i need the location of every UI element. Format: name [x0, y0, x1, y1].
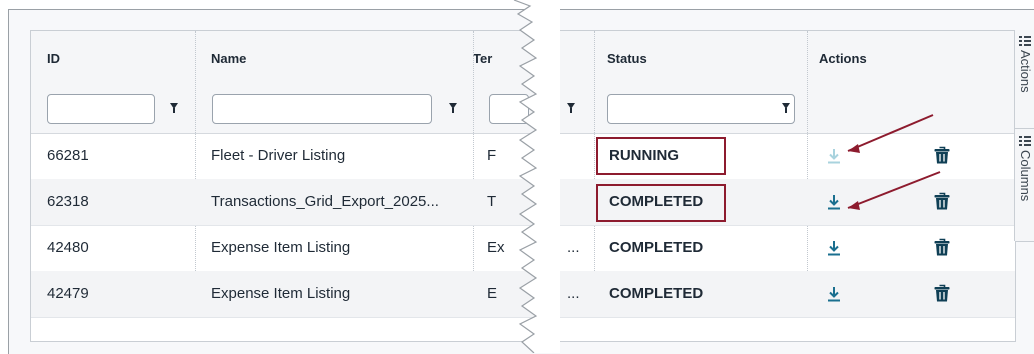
trash-icon[interactable]	[934, 192, 950, 210]
header-status[interactable]: Status	[607, 51, 647, 66]
side-tab-actions-label: Actions	[1018, 50, 1033, 93]
download-icon[interactable]	[827, 194, 841, 210]
cell-extra: ...	[567, 285, 580, 302]
status-highlight-box	[596, 184, 726, 222]
torn-paper-divider	[513, 0, 560, 353]
trash-icon[interactable]	[934, 284, 950, 302]
cell-status: COMPLETED	[609, 239, 704, 256]
status-highlight-box	[596, 137, 726, 175]
cell-template: T	[487, 193, 497, 210]
cell-id: 62318	[47, 193, 89, 210]
cell-status: COMPLETED	[609, 285, 704, 302]
grid-icon	[1019, 36, 1031, 46]
header-id[interactable]: ID	[47, 51, 60, 66]
filter-icon[interactable]	[567, 103, 575, 113]
header-template[interactable]: Ter	[473, 51, 492, 66]
cell-template: E	[487, 285, 498, 302]
cell-template: F	[487, 147, 497, 164]
side-tab-columns[interactable]: Columns	[1015, 128, 1034, 242]
cell-extra: ...	[567, 239, 580, 256]
filter-name-input[interactable]	[212, 94, 432, 124]
grid-icon	[1019, 136, 1031, 146]
trash-icon[interactable]	[934, 146, 950, 164]
cell-name: Fleet - Driver Listing	[211, 147, 346, 164]
side-tab-actions[interactable]: Actions	[1015, 30, 1034, 129]
filter-icon[interactable]	[449, 103, 457, 113]
header-actions: Actions	[819, 51, 867, 66]
cell-name: Expense Item Listing	[211, 239, 351, 256]
trash-icon[interactable]	[934, 238, 950, 256]
side-tab-columns-label: Columns	[1018, 150, 1033, 202]
download-icon[interactable]	[827, 286, 841, 302]
download-icon[interactable]	[827, 148, 841, 164]
filter-icon[interactable]	[782, 103, 790, 113]
header-name[interactable]: Name	[211, 51, 246, 66]
cell-id: 42479	[47, 285, 89, 302]
side-tool-panel: Actions Columns	[1014, 30, 1034, 242]
download-icon[interactable]	[827, 240, 841, 256]
filter-status-input[interactable]	[607, 94, 795, 124]
filter-id-input[interactable]	[47, 94, 155, 124]
cell-name: Transactions_Grid_Export_2025...	[211, 193, 439, 210]
filter-icon[interactable]	[170, 103, 178, 113]
cell-id: 66281	[47, 147, 89, 164]
cell-name: Expense Item Listing	[211, 285, 351, 302]
cell-id: 42480	[47, 239, 89, 256]
